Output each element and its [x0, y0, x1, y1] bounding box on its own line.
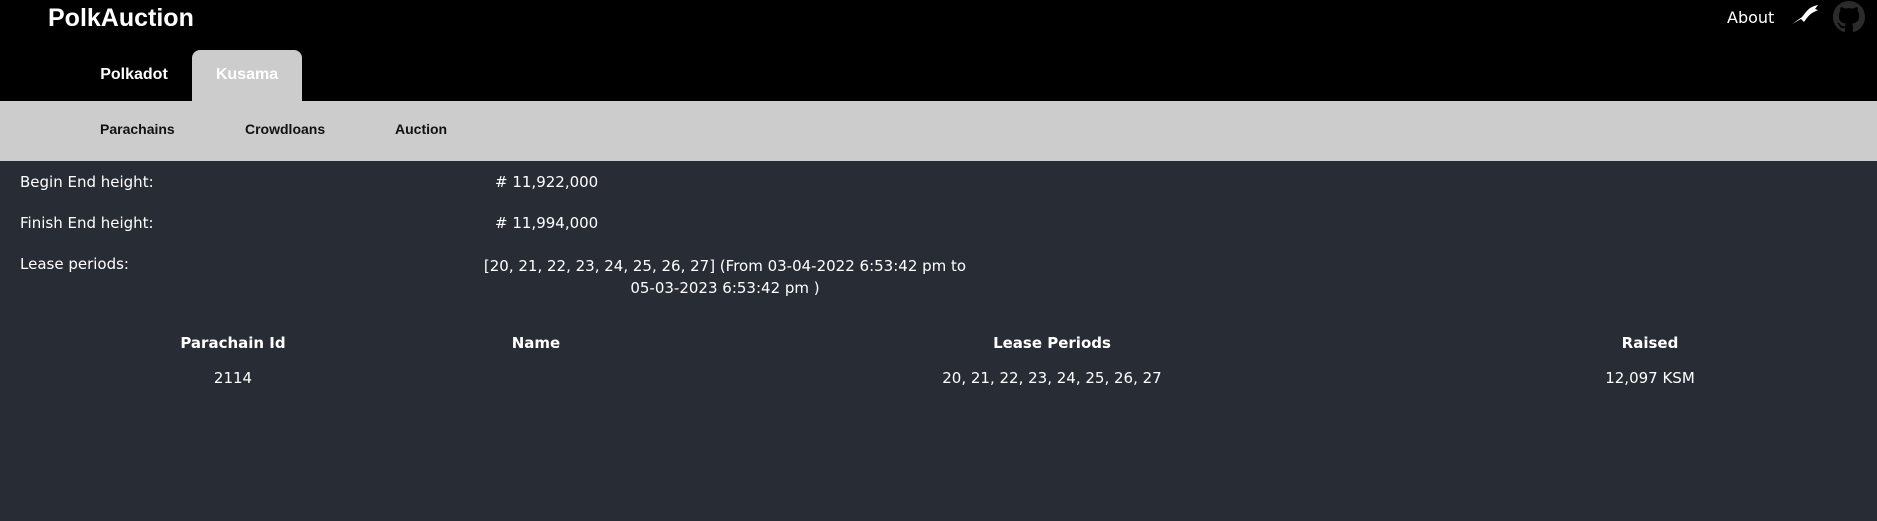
cell-lease-periods: 20, 21, 22, 23, 24, 25, 26, 27 — [942, 369, 1162, 387]
finish-end-height-value: # 11,994,000 — [495, 214, 599, 232]
nav-parachains[interactable]: Parachains — [100, 101, 175, 161]
github-icon[interactable] — [1832, 0, 1866, 32]
top-bar: PolkAuction About Polkadot Kusama — [0, 0, 1877, 101]
header-name: Name — [511, 334, 561, 352]
nav-auction[interactable]: Auction — [395, 101, 447, 161]
sub-navigation: Parachains Crowdloans Auction — [0, 101, 1877, 161]
header-parachain-id: Parachain Id — [180, 334, 286, 352]
header-lease-periods: Lease Periods — [993, 334, 1111, 352]
cell-parachain-id: 2114 — [213, 369, 253, 387]
cell-raised: 12,097 KSM — [1605, 369, 1695, 387]
tab-kusama[interactable]: Kusama — [192, 50, 302, 101]
lease-periods-line2: 05-03-2023 6:53:42 pm ) — [630, 279, 820, 297]
lease-periods-line1: [20, 21, 22, 23, 24, 25, 26, 27] (From 0… — [483, 257, 967, 275]
begin-end-height-label: Begin End height: — [20, 173, 154, 191]
nav-crowdloans[interactable]: Crowdloans — [245, 101, 325, 161]
lease-periods-label: Lease periods: — [20, 255, 129, 273]
brand-logo[interactable]: PolkAuction — [48, 3, 194, 33]
lease-periods-value: [20, 21, 22, 23, 24, 25, 26, 27] (From 0… — [480, 255, 970, 299]
header-raised: Raised — [1621, 334, 1679, 352]
about-link[interactable]: About — [1727, 8, 1774, 28]
finish-end-height-label: Finish End height: — [20, 214, 154, 232]
tab-polkadot[interactable]: Polkadot — [84, 50, 184, 101]
begin-end-height-value: # 11,922,000 — [495, 173, 599, 191]
bird-icon[interactable] — [1790, 4, 1820, 28]
